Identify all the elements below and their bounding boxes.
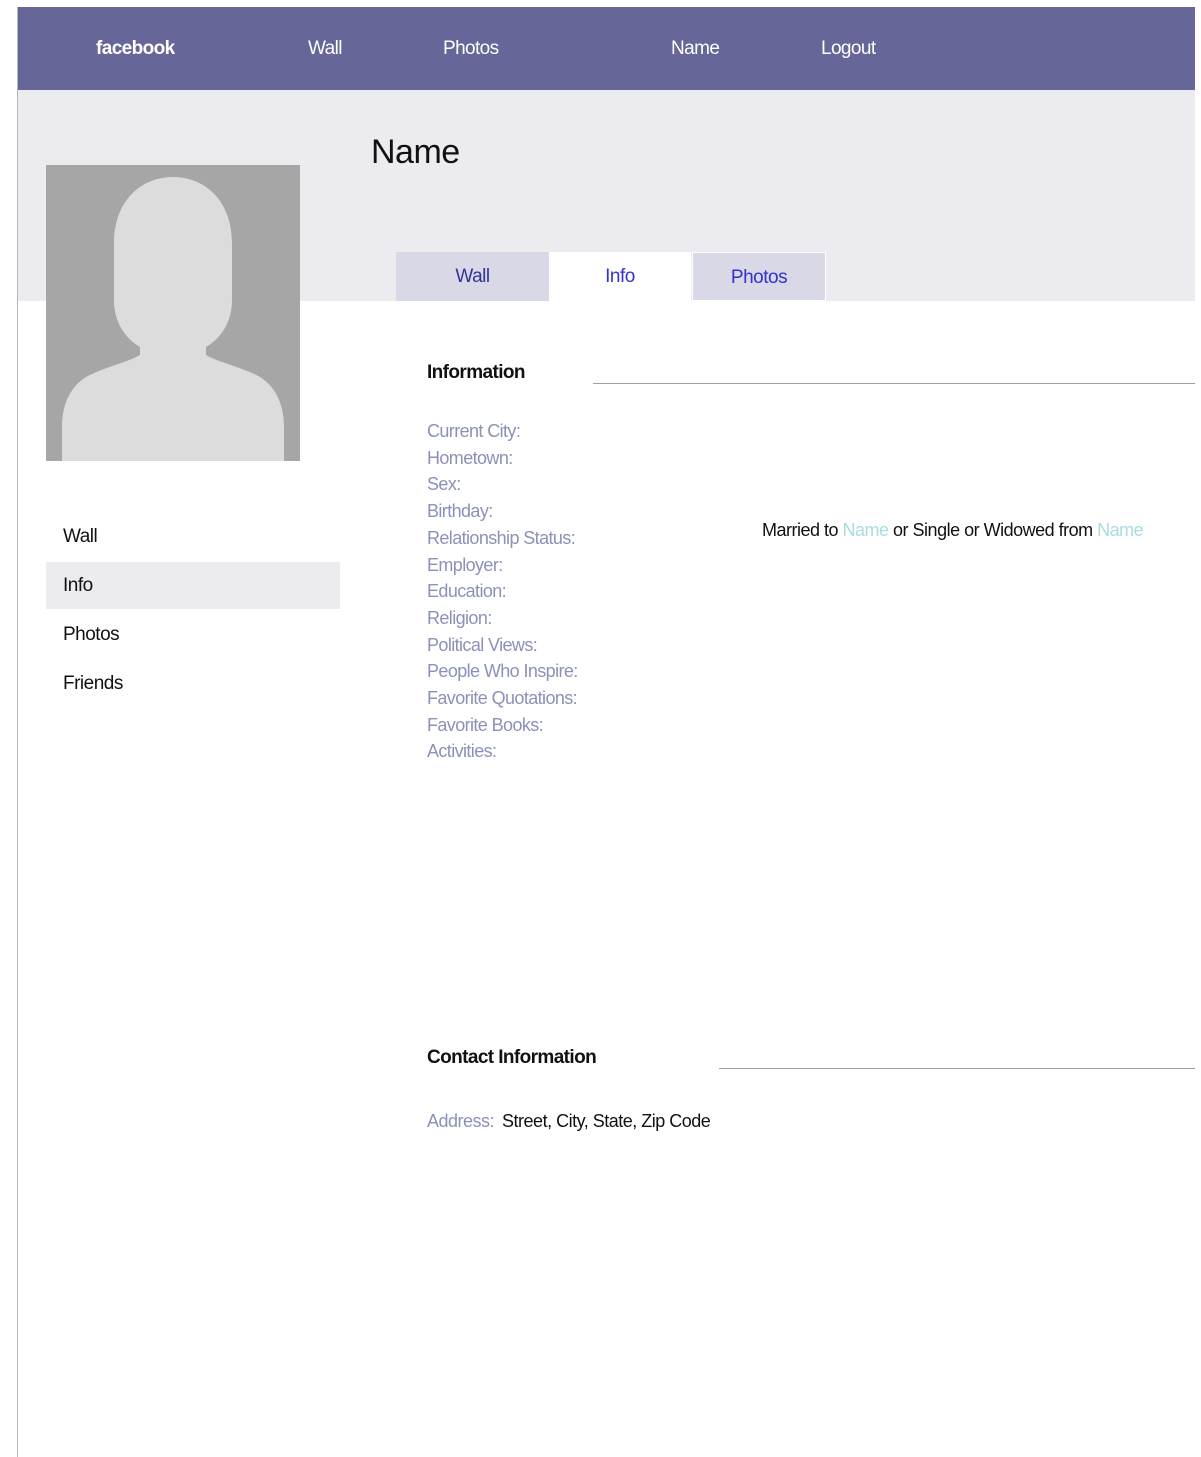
relationship-text-married-to: Married to: [762, 520, 843, 540]
field-label-activities: Activities:: [427, 741, 497, 762]
profile-picture[interactable]: [46, 165, 300, 461]
information-field-labels: Current City: Hometown: Sex: Birthday: R…: [427, 418, 578, 765]
field-label-people-who-inspire: People Who Inspire:: [427, 661, 578, 682]
sidebar-nav: Wall Info Photos Friends: [46, 513, 340, 709]
topnav-logout-link[interactable]: Logout: [821, 38, 876, 60]
topnav-profile-name-link[interactable]: Name: [671, 38, 720, 60]
profile-name-heading: Name: [371, 133, 460, 171]
information-section-title: Information: [427, 362, 526, 383]
field-label-relationship-status: Relationship Status:: [427, 527, 576, 548]
sidebar-item-photos[interactable]: Photos: [46, 611, 340, 658]
relationship-partner-link[interactable]: Name: [843, 520, 890, 540]
field-label-hometown: Hometown:: [427, 447, 513, 468]
field-label-political-views: Political Views:: [427, 634, 538, 655]
topnav-photos-link[interactable]: Photos: [443, 38, 499, 60]
window-top-margin: [0, 0, 1201, 7]
field-label-education: Education:: [427, 581, 507, 602]
field-label-favorite-books: Favorite Books:: [427, 714, 544, 735]
brand-logo-link[interactable]: facebook: [96, 38, 175, 60]
sidebar-item-friends[interactable]: Friends: [46, 660, 340, 707]
tab-wall[interactable]: Wall: [396, 252, 549, 301]
tab-photos[interactable]: Photos: [692, 252, 826, 301]
tab-info[interactable]: Info: [549, 252, 691, 301]
sidebar-item-wall[interactable]: Wall: [46, 513, 340, 560]
window-left-margin: [0, 0, 18, 1457]
field-label-sex: Sex:: [427, 474, 461, 495]
relationship-text-alternatives: or Single or Widowed from: [888, 520, 1098, 540]
contact-section-title: Contact Information: [427, 1047, 597, 1068]
contact-section-divider: [719, 1068, 1195, 1069]
information-section-divider: [593, 383, 1195, 384]
relationship-former-partner-link[interactable]: Name: [1097, 520, 1144, 540]
relationship-status-value: Married to Name or Single or Widowed fro…: [762, 520, 1144, 541]
field-label-current-city: Current City:: [427, 421, 521, 441]
field-label-religion: Religion:: [427, 607, 492, 628]
sidebar-item-info[interactable]: Info: [46, 562, 340, 609]
field-label-employer: Employer:: [427, 554, 503, 575]
field-label-favorite-quotations: Favorite Quotations:: [427, 688, 578, 709]
topnav-wall-link[interactable]: Wall: [308, 38, 342, 60]
field-label-birthday: Birthday:: [427, 501, 493, 522]
address-label: Address:: [427, 1111, 495, 1131]
default-profile-silhouette-icon: [62, 177, 284, 461]
address-row: Address: Street, City, State, Zip Code: [427, 1111, 711, 1132]
address-value: Street, City, State, Zip Code: [502, 1111, 711, 1131]
top-navigation-bar: facebook Wall Photos Name Logout: [18, 7, 1195, 90]
